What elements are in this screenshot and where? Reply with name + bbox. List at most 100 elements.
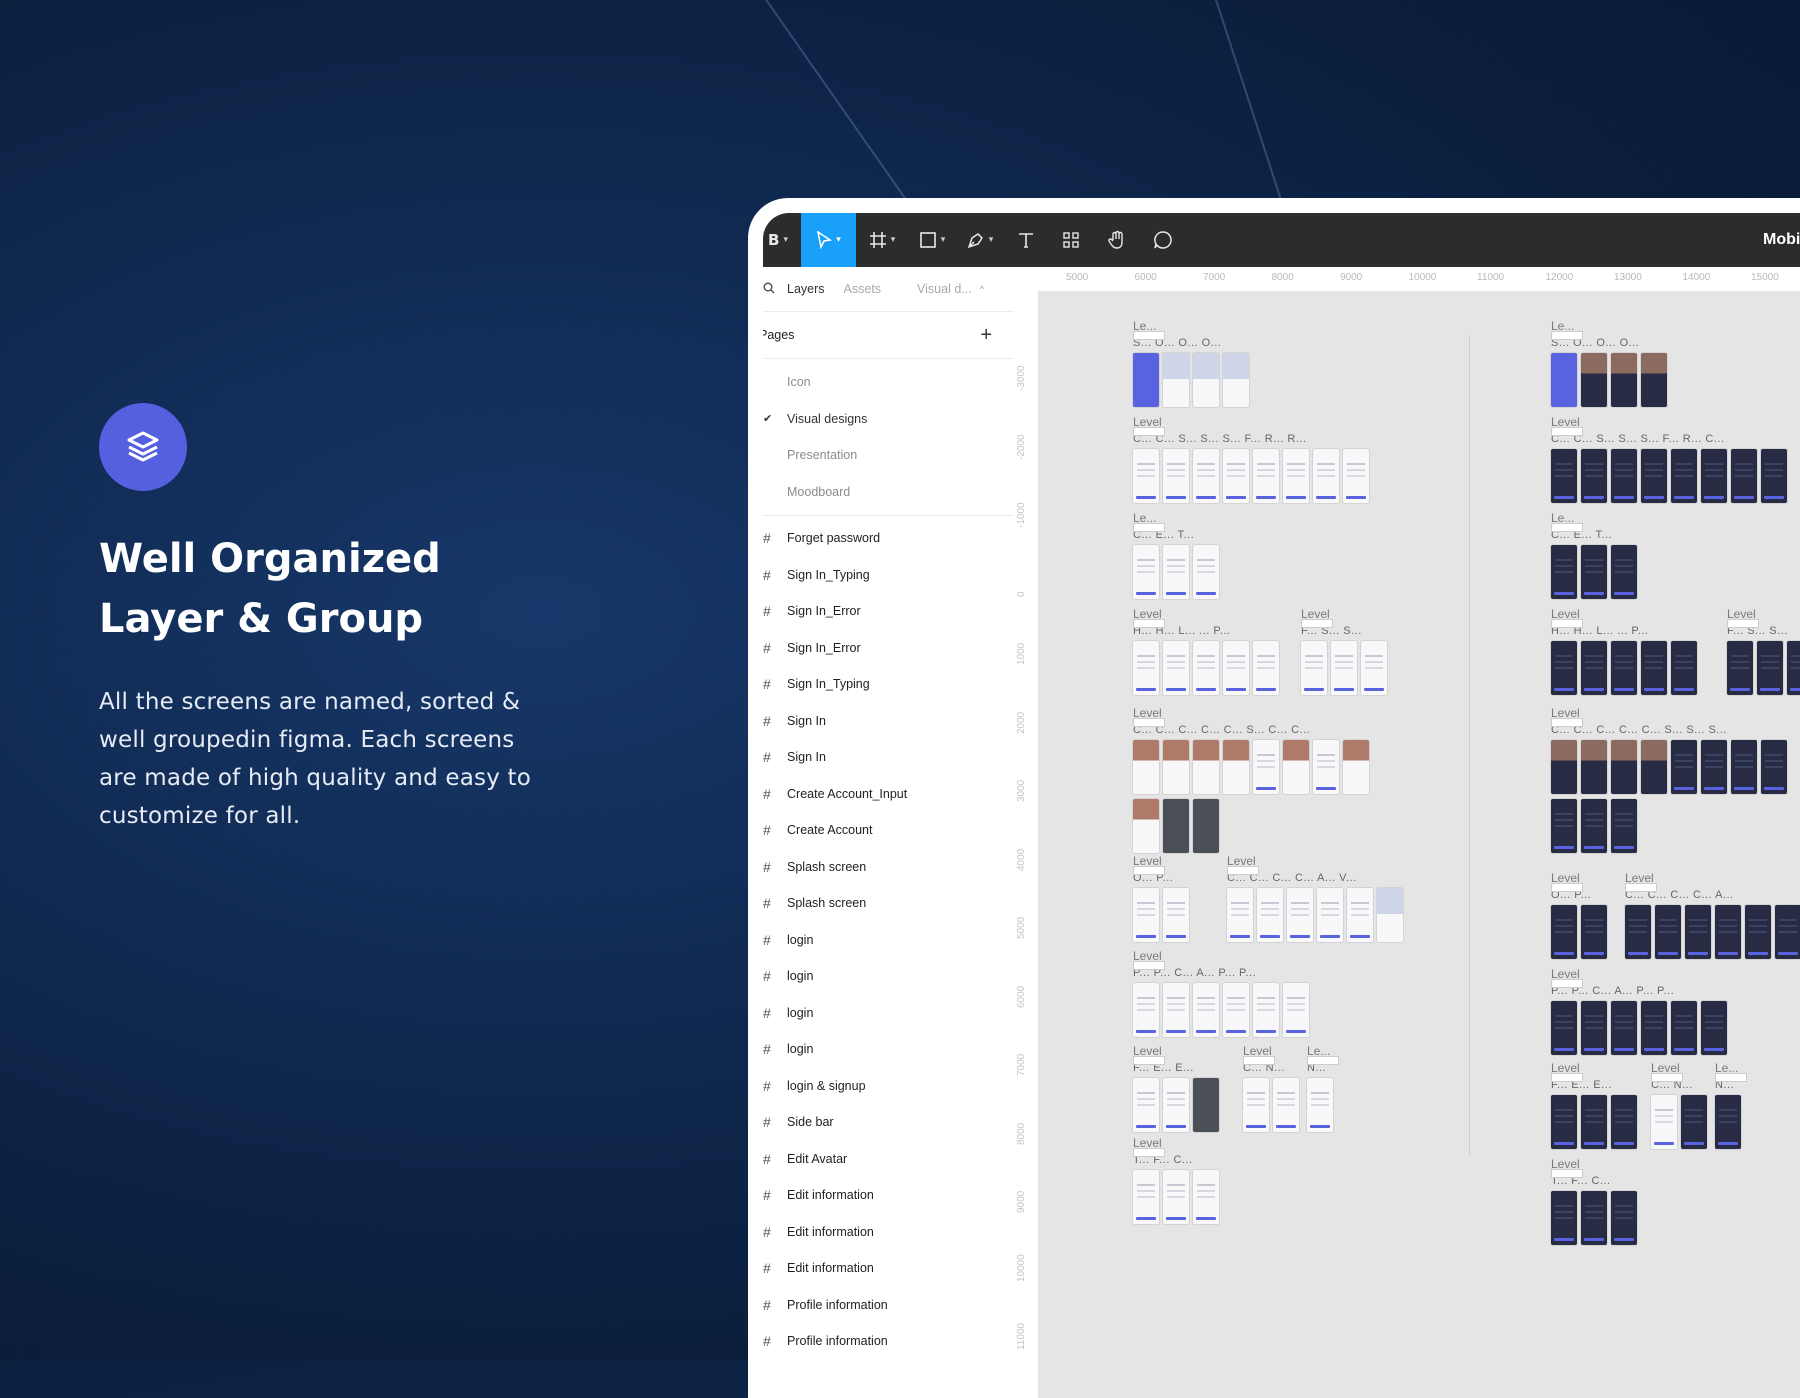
frame-thumbnail[interactable] [1193, 1170, 1219, 1224]
frame-thumbnail[interactable] [1193, 641, 1219, 695]
main-menu-button[interactable]: B ▾ [763, 213, 801, 267]
frame-thumbnail[interactable] [1331, 641, 1357, 695]
frame-thumbnail[interactable] [1611, 641, 1637, 695]
frame-thumbnail[interactable] [1581, 1001, 1607, 1055]
frame-thumbnail[interactable] [1163, 740, 1189, 794]
frame-thumbnail[interactable] [1551, 545, 1577, 599]
frame-thumbnail[interactable] [1223, 353, 1249, 407]
layer-item[interactable]: # Edit information [763, 1214, 1014, 1251]
frame-thumbnail[interactable] [1343, 449, 1369, 503]
frame-thumbnail[interactable] [1731, 449, 1757, 503]
layer-item[interactable]: # login [763, 1031, 1014, 1068]
layer-item[interactable]: # Forget password [763, 520, 1014, 557]
layer-item[interactable]: # login [763, 958, 1014, 995]
frame-thumbnail[interactable] [1163, 1078, 1189, 1132]
frame-thumbnail[interactable] [1253, 740, 1279, 794]
chevron-up-icon[interactable]: ^ [980, 284, 984, 294]
frame-thumbnail[interactable] [1253, 983, 1279, 1037]
frame-thumbnail[interactable] [1701, 740, 1727, 794]
frame-thumbnail[interactable] [1715, 905, 1741, 959]
frame-thumbnail[interactable] [1611, 1001, 1637, 1055]
frame-thumbnail[interactable] [1611, 740, 1637, 794]
page-item[interactable]: Moodboard [763, 474, 1014, 511]
frame-thumbnail[interactable] [1671, 641, 1697, 695]
frame-thumbnail[interactable] [1347, 888, 1373, 942]
frame-thumbnail[interactable] [1581, 740, 1607, 794]
frame-thumbnail[interactable] [1671, 1001, 1697, 1055]
frame-thumbnail[interactable] [1193, 1078, 1219, 1132]
frame-thumbnail[interactable] [1163, 1170, 1189, 1224]
frame-thumbnail[interactable] [1551, 740, 1577, 794]
frame-thumbnail[interactable] [1581, 905, 1607, 959]
frame-thumbnail[interactable] [1133, 449, 1159, 503]
frame-thumbnail[interactable] [1551, 1191, 1577, 1245]
frame-thumbnail[interactable] [1761, 740, 1787, 794]
frame-thumbnail[interactable] [1757, 641, 1783, 695]
frame-thumbnail[interactable] [1343, 740, 1369, 794]
frame-thumbnail[interactable] [1243, 1078, 1269, 1132]
layer-item[interactable]: # Sign In_Typing [763, 557, 1014, 594]
tab-layers[interactable]: Layers [787, 282, 825, 296]
page-item[interactable]: ✔ Visual designs [763, 401, 1014, 438]
frame-thumbnail[interactable] [1715, 1095, 1741, 1149]
frame-thumbnail[interactable] [1307, 1078, 1333, 1132]
frame-thumbnail[interactable] [1671, 449, 1697, 503]
frame-thumbnail[interactable] [1223, 449, 1249, 503]
frame-thumbnail[interactable] [1193, 449, 1219, 503]
frame-thumbnail[interactable] [1361, 641, 1387, 695]
frame-thumbnail[interactable] [1761, 449, 1787, 503]
frame-thumbnail[interactable] [1581, 353, 1607, 407]
frame-thumbnail[interactable] [1133, 1078, 1159, 1132]
frame-thumbnail[interactable] [1133, 1170, 1159, 1224]
frame-thumbnail[interactable] [1283, 740, 1309, 794]
frame-thumbnail[interactable] [1133, 545, 1159, 599]
frame-thumbnail[interactable] [1193, 983, 1219, 1037]
tab-assets[interactable]: Assets [844, 282, 882, 296]
pen-tool-button[interactable]: ▾ [956, 213, 1004, 267]
frame-thumbnail[interactable] [1163, 983, 1189, 1037]
frame-thumbnail[interactable] [1641, 1001, 1667, 1055]
frame-thumbnail[interactable] [1133, 799, 1159, 853]
frame-thumbnail[interactable] [1641, 449, 1667, 503]
frame-thumbnail[interactable] [1551, 641, 1577, 695]
frame-thumbnail[interactable] [1163, 353, 1189, 407]
frame-thumbnail[interactable] [1641, 641, 1667, 695]
frame-thumbnail[interactable] [1313, 740, 1339, 794]
frame-thumbnail[interactable] [1581, 641, 1607, 695]
frame-thumbnail[interactable] [1133, 888, 1159, 942]
frame-thumbnail[interactable] [1133, 983, 1159, 1037]
frame-thumbnail[interactable] [1611, 449, 1637, 503]
frame-thumbnail[interactable] [1163, 545, 1189, 599]
frame-thumbnail[interactable] [1317, 888, 1343, 942]
frame-thumbnail[interactable] [1193, 740, 1219, 794]
frame-thumbnail[interactable] [1581, 545, 1607, 599]
frame-thumbnail[interactable] [1681, 1095, 1707, 1149]
frame-thumbnail[interactable] [1313, 449, 1339, 503]
frame-thumbnail[interactable] [1551, 1001, 1577, 1055]
frame-thumbnail[interactable] [1551, 905, 1577, 959]
frame-thumbnail[interactable] [1193, 353, 1219, 407]
layer-item[interactable]: # Sign In_Error [763, 630, 1014, 667]
frame-thumbnail[interactable] [1163, 888, 1189, 942]
frame-thumbnail[interactable] [1551, 1095, 1577, 1149]
layer-item[interactable]: # Edit information [763, 1250, 1014, 1287]
frame-thumbnail[interactable] [1611, 1095, 1637, 1149]
resources-button[interactable] [1048, 213, 1094, 267]
search-icon[interactable] [763, 282, 787, 297]
frame-tool-button[interactable]: ▾ [856, 213, 908, 267]
frame-thumbnail[interactable] [1685, 905, 1711, 959]
frame-thumbnail[interactable] [1287, 888, 1313, 942]
frame-thumbnail[interactable] [1581, 1095, 1607, 1149]
frame-thumbnail[interactable] [1671, 740, 1697, 794]
layer-item[interactable]: # Profile information [763, 1323, 1014, 1360]
frame-thumbnail[interactable] [1377, 888, 1403, 942]
shape-tool-button[interactable]: ▾ [908, 213, 956, 267]
frame-thumbnail[interactable] [1193, 545, 1219, 599]
frame-thumbnail[interactable] [1551, 353, 1577, 407]
layer-item[interactable]: # login & signup [763, 1068, 1014, 1105]
design-canvas[interactable]: Le... S... O... O... O... Level C... C... S… [1039, 291, 1800, 1398]
frame-thumbnail[interactable] [1223, 983, 1249, 1037]
frame-thumbnail[interactable] [1727, 641, 1753, 695]
frame-thumbnail[interactable] [1581, 799, 1607, 853]
layer-item[interactable]: # Splash screen [763, 849, 1014, 886]
